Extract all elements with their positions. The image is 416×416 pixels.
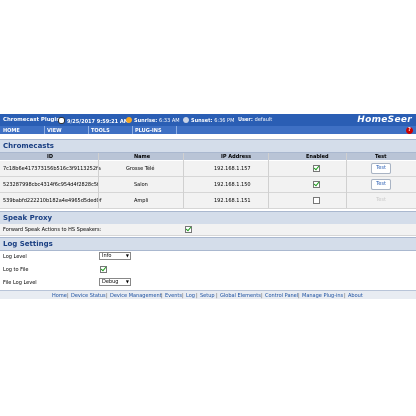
section-chromecasts: Chromecasts (0, 139, 416, 153)
log-level-label: Log Level (3, 254, 27, 260)
table-row: 539babfd222210b182a4e4965d5ded0f Ampli 1… (0, 193, 416, 209)
sunrise: Sunrise: 6:33 AM (126, 117, 180, 124)
footer-separator: | (298, 292, 300, 299)
footer-separator: | (182, 292, 184, 299)
row-id: 7c18b6e417373156b516c3f9113252fa (3, 166, 101, 172)
table-row: 7c18b6e417373156b516c3f9113252fa Grosse … (0, 161, 416, 177)
enabled-checkbox[interactable] (313, 165, 320, 172)
row-id: 539babfd222210b182a4e4965d5ded0f (3, 198, 102, 204)
nav-plugins[interactable]: PLUG-INS (135, 128, 162, 134)
section-title: Speak Proxy (3, 214, 53, 222)
nav-divider (176, 126, 177, 134)
sunset-time: 6:36 PM (214, 118, 235, 124)
moon-icon (183, 117, 189, 123)
section-title: Chromecasts (3, 142, 54, 150)
column-divider (98, 153, 99, 208)
clock-icon (58, 117, 65, 124)
footer-link-events[interactable]: Events (165, 293, 182, 299)
column-divider (183, 153, 184, 208)
col-id: ID (47, 153, 54, 160)
footer-separator: | (196, 292, 198, 299)
table-header: ID Name IP Address Enabled Test (0, 153, 416, 160)
sunrise-time: 6:33 AM (159, 118, 180, 124)
footer-separator: | (106, 292, 108, 299)
nav-tools[interactable]: TOOLS (91, 128, 110, 134)
plugin-title: Chromecast Plugin (3, 117, 61, 123)
footer-link-log[interactable]: Log (186, 293, 195, 299)
footer-link-control-panel[interactable]: Control Panel (265, 293, 298, 299)
footer-link-device-status[interactable]: Device Status (71, 293, 106, 299)
log-level-row: Log Level Info ▼ (0, 251, 416, 262)
user-label: User: (238, 117, 253, 123)
table-row: 523287998cbc4314f6c954d4f2828c5f Salon 1… (0, 177, 416, 193)
datetime-text: 9/25/2017 9:59:21 AM (67, 119, 129, 125)
row-name: Grosse Télé (126, 166, 155, 172)
speak-proxy-row: Forward Speak Actions to HS Speakers: (0, 224, 416, 236)
test-button: Test (376, 197, 386, 203)
col-enabled: Enabled (306, 153, 329, 160)
footer-separator: | (216, 292, 218, 299)
sunset: Sunset: 6:36 PM (183, 117, 234, 124)
chevron-down-icon: ▼ (125, 279, 129, 284)
column-divider (268, 153, 269, 208)
log-level-select[interactable]: Info ▼ (99, 252, 131, 260)
file-log-level-label: File Log Level (3, 280, 37, 286)
log-to-file-row: Log to File (0, 264, 416, 275)
homeseer-logo: HomeSeer (357, 115, 412, 125)
col-name: Name (134, 153, 151, 160)
log-to-file-label: Log to File (3, 267, 29, 273)
test-button[interactable]: Test (371, 163, 391, 174)
nav-divider (132, 126, 133, 134)
footer-link-about[interactable]: About (348, 293, 363, 299)
forward-speak-checkbox[interactable] (185, 226, 192, 233)
row-id: 523287998cbc4314f6c954d4f2828c5f (3, 182, 99, 188)
nav-view[interactable]: VIEW (47, 128, 62, 134)
nav-home[interactable]: HOME (3, 128, 20, 134)
header-bar: Chromecast Plugin 9/25/2017 9:59:21 AM S… (0, 114, 416, 126)
file-log-level-value: Debug (102, 279, 119, 285)
test-button[interactable]: Test (371, 179, 391, 190)
row-ip: 192.168.1.151 (214, 198, 251, 204)
footer-link-global-elements[interactable]: Global Elements (220, 293, 261, 299)
log-to-file-checkbox[interactable] (100, 266, 107, 273)
log-level-value: Info (102, 253, 112, 259)
main-nav: HOME VIEW TOOLS PLUG-INS (0, 126, 416, 134)
footer-link-manage-plugins[interactable]: Manage Plug-ins (302, 293, 343, 299)
row-name: Ampli (134, 198, 149, 204)
user: User: default (238, 117, 272, 123)
file-log-level-select[interactable]: Debug ▼ (99, 278, 131, 286)
footer-separator: | (261, 292, 263, 299)
footer-links: Home | Device Status | Device Management… (0, 290, 416, 299)
row-ip: 192.168.1.157 (214, 166, 251, 172)
section-title: Log Settings (3, 240, 53, 248)
nav-divider (44, 126, 45, 134)
footer-link-home[interactable]: Home (52, 293, 67, 299)
footer-separator: | (67, 292, 69, 299)
footer-link-setup[interactable]: Setup (200, 293, 215, 299)
col-test: Test (375, 153, 387, 160)
user-value: default (254, 117, 273, 123)
footer-link-device-management[interactable]: Device Management (110, 293, 162, 299)
help-icon[interactable]: ? (406, 127, 413, 134)
datetime: 9/25/2017 9:59:21 AM (58, 117, 129, 125)
section-log-settings: Log Settings (0, 237, 416, 251)
col-ip-address: IP Address (221, 153, 252, 160)
footer-separator: | (161, 292, 163, 299)
column-divider (346, 153, 347, 208)
sun-icon (126, 117, 132, 123)
sunrise-label: Sunrise: (134, 118, 158, 124)
section-speak-proxy: Speak Proxy (0, 211, 416, 225)
row-ip: 192.168.1.150 (214, 182, 251, 188)
file-log-level-row: File Log Level Debug ▼ (0, 277, 416, 288)
footer-separator: | (344, 292, 346, 299)
sunset-label: Sunset: (191, 118, 213, 124)
row-name: Salon (134, 182, 148, 188)
forward-speak-label: Forward Speak Actions to HS Speakers: (3, 227, 102, 233)
chevron-down-icon: ▼ (125, 253, 129, 258)
enabled-checkbox[interactable] (313, 181, 320, 188)
nav-divider (88, 126, 89, 134)
enabled-checkbox[interactable] (313, 197, 320, 204)
